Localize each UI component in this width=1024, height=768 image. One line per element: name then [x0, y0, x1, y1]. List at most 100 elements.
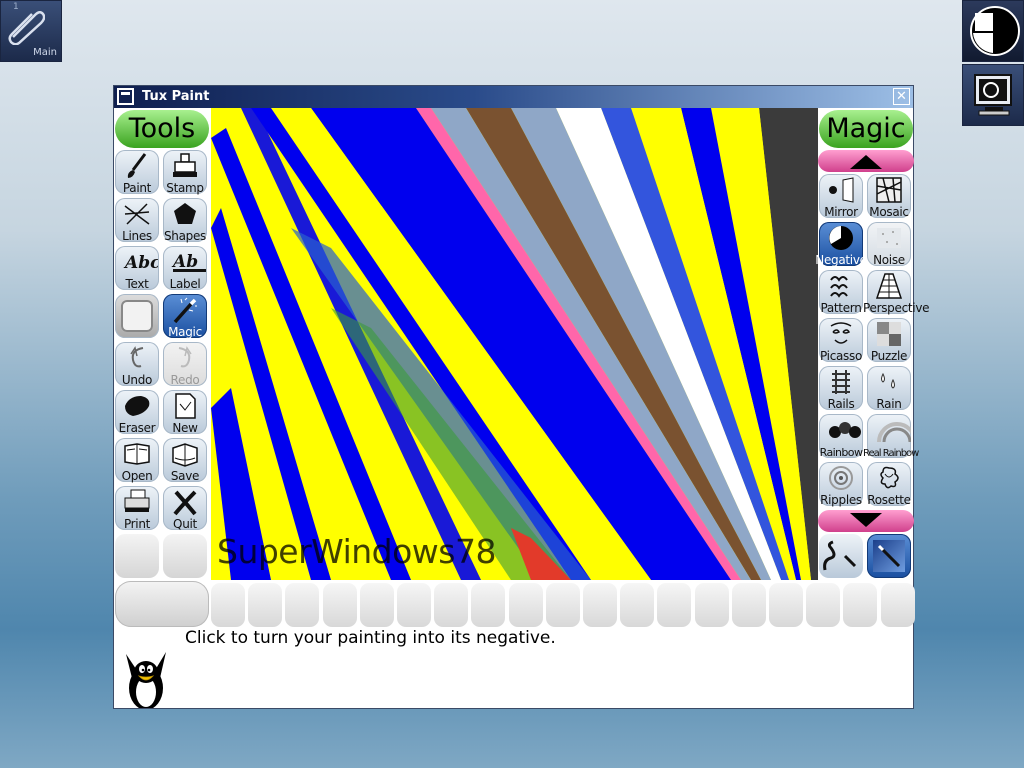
- quit-x-icon: [173, 490, 197, 516]
- svg-text:Abc: Abc: [123, 253, 158, 273]
- label-abc-icon: Ab: [171, 252, 206, 272]
- pattern-icon: [830, 276, 848, 298]
- color-slot[interactable]: [545, 583, 580, 627]
- magic-real-rainbow[interactable]: Real Rainbow: [863, 414, 919, 459]
- arrow-up-icon: [850, 155, 882, 169]
- color-slot[interactable]: [731, 583, 766, 627]
- eraser-icon: [125, 396, 150, 416]
- tool-label-text: Label: [169, 277, 201, 291]
- undo-icon: [130, 346, 144, 368]
- tool-label: New: [172, 421, 198, 435]
- desktop-theme-icon[interactable]: [962, 0, 1024, 62]
- rosette-icon: [880, 466, 899, 489]
- tool-print[interactable]: Print: [115, 486, 159, 531]
- color-slot[interactable]: [248, 583, 283, 627]
- printer-icon: [124, 489, 150, 512]
- tool-new[interactable]: New: [163, 390, 207, 435]
- current-color-swatch[interactable]: [115, 581, 209, 627]
- window-menu-button[interactable]: [117, 88, 134, 105]
- color-slot[interactable]: [359, 583, 394, 627]
- window-title: Tux Paint: [142, 89, 210, 104]
- magic-mode-fullscreen[interactable]: [867, 534, 911, 578]
- noise-icon: [877, 228, 901, 248]
- magic-label: Rainbow: [819, 446, 863, 459]
- tool-save[interactable]: Save: [163, 438, 207, 483]
- magic-ripples[interactable]: Ripples: [819, 462, 863, 507]
- close-button[interactable]: ✕: [893, 88, 910, 105]
- magic-header: Magic: [819, 110, 913, 148]
- open-book-icon: [124, 443, 150, 465]
- magic-scroll-down[interactable]: [818, 510, 914, 532]
- tool-quit[interactable]: Quit: [163, 486, 207, 531]
- lines-icon: [124, 203, 150, 225]
- color-slot[interactable]: [806, 583, 841, 627]
- redo-icon: [178, 346, 192, 368]
- tool-label: Quit: [173, 517, 197, 531]
- tool-label: Open: [121, 469, 153, 483]
- color-slot[interactable]: [769, 583, 803, 627]
- color-slot[interactable]: [508, 583, 543, 627]
- pentagon-icon: [174, 203, 196, 224]
- close-icon: ✕: [896, 89, 907, 104]
- magic-rosette[interactable]: Rosette: [867, 462, 911, 507]
- tool-magic[interactable]: Magic: [163, 294, 207, 339]
- magic-picasso[interactable]: Picasso: [819, 318, 863, 363]
- magic-mode-paint[interactable]: [819, 534, 863, 578]
- tool-label: Undo: [121, 373, 153, 387]
- negative-icon: [829, 226, 853, 250]
- magic-perspective[interactable]: Perspective: [863, 270, 930, 315]
- magic-scroll-up[interactable]: [818, 150, 914, 172]
- title-bar[interactable]: Tux Paint ✕: [114, 86, 913, 108]
- magic-mosaic[interactable]: Mosaic: [867, 174, 911, 219]
- desktop-main-icon[interactable]: 1 Main: [0, 0, 62, 62]
- tool-text[interactable]: Abc Text: [115, 246, 159, 291]
- color-slot[interactable]: [657, 583, 692, 627]
- color-slot[interactable]: [211, 583, 245, 627]
- drawing-canvas[interactable]: SuperWindows78: [211, 108, 818, 580]
- magic-pattern[interactable]: Pattern: [819, 270, 863, 315]
- tool-label[interactable]: Ab Label: [163, 246, 207, 291]
- mirror-icon: [829, 177, 854, 203]
- color-slot[interactable]: [397, 583, 431, 627]
- tool-stamp[interactable]: Stamp: [163, 150, 207, 195]
- color-slot[interactable]: [583, 583, 617, 627]
- painting-artwork: [211, 108, 818, 580]
- tool-label: Shapes: [163, 229, 207, 243]
- color-slot[interactable]: [285, 583, 320, 627]
- tool-blank[interactable]: [115, 294, 159, 338]
- magic-label: Mirror: [824, 205, 858, 219]
- desktop-monitor-icon[interactable]: [962, 64, 1024, 126]
- color-slot[interactable]: [880, 583, 915, 627]
- arrow-down-icon: [850, 513, 882, 527]
- magic-negative[interactable]: Negative: [815, 222, 867, 267]
- tool-label: Print: [123, 517, 151, 531]
- magic-rain[interactable]: Rain: [867, 366, 911, 411]
- tool-eraser[interactable]: Eraser: [115, 390, 159, 435]
- magic-rails[interactable]: Rails: [819, 366, 863, 411]
- tool-shapes[interactable]: Shapes: [163, 198, 207, 243]
- color-slot[interactable]: [471, 583, 506, 627]
- tool-undo[interactable]: Undo: [115, 342, 159, 387]
- magic-puzzle[interactable]: Puzzle: [867, 318, 911, 363]
- color-slot[interactable]: [620, 583, 655, 627]
- magic-rainbow[interactable]: Rainbow: [819, 414, 863, 459]
- rails-icon: [832, 370, 850, 394]
- rubber-stamp-icon: [173, 153, 197, 177]
- color-slot[interactable]: [434, 583, 469, 627]
- tux-penguin-icon: [126, 652, 166, 708]
- magic-noise[interactable]: Noise: [867, 222, 911, 267]
- color-slot[interactable]: [843, 583, 878, 627]
- magic-label: Puzzle: [870, 349, 908, 363]
- tool-extra-slot: [115, 534, 159, 578]
- tool-redo[interactable]: Redo: [163, 342, 207, 387]
- tool-label: Stamp: [166, 181, 204, 195]
- tool-paint[interactable]: Paint: [115, 150, 159, 195]
- tool-label: Text: [125, 277, 149, 291]
- tool-lines[interactable]: Lines: [115, 198, 159, 243]
- magic-mirror[interactable]: Mirror: [819, 174, 863, 219]
- magic-label: Rails: [827, 397, 855, 411]
- tool-open[interactable]: Open: [115, 438, 159, 483]
- color-slot[interactable]: [694, 583, 729, 627]
- paperclip-icon: [5, 5, 46, 46]
- color-slot[interactable]: [322, 583, 357, 627]
